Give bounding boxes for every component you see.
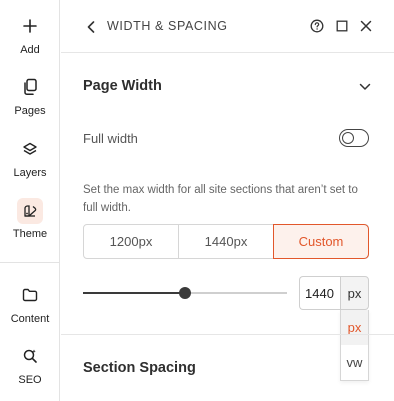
rail-label-seo: SEO bbox=[18, 374, 42, 386]
width-preset-group: 1200px 1440px Custom bbox=[83, 224, 369, 259]
rail-item-theme[interactable]: Theme bbox=[0, 198, 60, 240]
unit-option-vw[interactable]: vw bbox=[341, 345, 368, 380]
rail-item-add[interactable]: Add bbox=[0, 14, 60, 56]
rail-divider bbox=[0, 262, 60, 263]
rail-label-add: Add bbox=[20, 44, 40, 56]
section-divider bbox=[61, 334, 394, 335]
unit-select[interactable]: px bbox=[340, 276, 369, 310]
folder-icon bbox=[18, 283, 42, 307]
collapse-page-width-button[interactable] bbox=[358, 80, 372, 94]
help-icon bbox=[310, 19, 324, 33]
layers-icon bbox=[18, 137, 42, 161]
seo-search-icon bbox=[18, 344, 42, 368]
chevron-left-icon bbox=[87, 21, 95, 33]
preset-custom-button[interactable]: Custom bbox=[273, 224, 369, 259]
width-value-input[interactable] bbox=[299, 276, 341, 310]
rail-item-seo[interactable]: SEO bbox=[0, 344, 60, 386]
close-button[interactable] bbox=[358, 18, 374, 34]
close-icon bbox=[360, 20, 372, 32]
unit-option-px[interactable]: px bbox=[341, 310, 368, 345]
theme-icon bbox=[17, 198, 43, 224]
pages-icon bbox=[18, 75, 42, 99]
unit-dropdown: px vw bbox=[340, 310, 369, 381]
back-button[interactable] bbox=[83, 18, 99, 36]
rail-item-content[interactable]: Content bbox=[0, 283, 60, 325]
panel-header: WIDTH & SPACING bbox=[61, 0, 394, 53]
rail-label-layers: Layers bbox=[13, 167, 47, 179]
rail-label-pages: Pages bbox=[14, 105, 46, 117]
rail-item-pages[interactable]: Pages bbox=[0, 75, 60, 117]
section-spacing-title: Section Spacing bbox=[83, 360, 196, 376]
width-slider[interactable] bbox=[83, 287, 287, 299]
full-width-label: Full width bbox=[83, 131, 138, 146]
preset-1440-button[interactable]: 1440px bbox=[179, 225, 274, 258]
width-slider-thumb[interactable] bbox=[179, 287, 191, 299]
page-width-description: Set the max width for all site sections … bbox=[83, 184, 358, 214]
left-rail: Add Pages Layers Theme Content SEO bbox=[0, 0, 60, 401]
rail-label-content: Content bbox=[10, 313, 50, 325]
page-width-title: Page Width bbox=[83, 78, 162, 94]
panel-title: WIDTH & SPACING bbox=[107, 19, 228, 33]
rail-label-theme: Theme bbox=[12, 228, 48, 240]
full-width-toggle[interactable] bbox=[339, 129, 369, 147]
width-spacing-panel: WIDTH & SPACING Page Width Full width Se… bbox=[61, 0, 394, 401]
width-slider-fill bbox=[83, 292, 185, 294]
rail-item-layers[interactable]: Layers bbox=[0, 137, 60, 179]
maximize-button[interactable] bbox=[334, 18, 350, 34]
chevron-down-icon bbox=[359, 83, 371, 90]
preset-1200-button[interactable]: 1200px bbox=[84, 225, 179, 258]
help-button[interactable] bbox=[309, 18, 325, 34]
toggle-knob bbox=[342, 131, 354, 144]
square-icon bbox=[336, 20, 348, 32]
plus-icon bbox=[18, 14, 42, 38]
